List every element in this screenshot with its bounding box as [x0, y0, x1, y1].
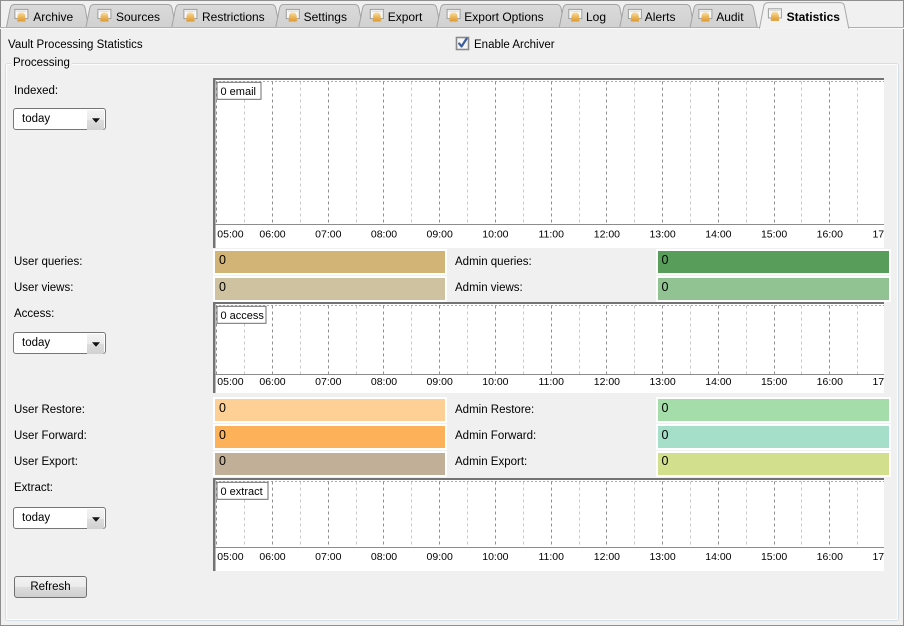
svg-text:09:00: 09:00 [427, 376, 453, 388]
svg-text:15:00: 15:00 [761, 551, 787, 563]
svg-text:07:00: 07:00 [315, 376, 341, 388]
svg-text:10:00: 10:00 [482, 228, 508, 240]
svg-text:Export: Export [388, 10, 423, 24]
svg-text:09:00: 09:00 [427, 228, 453, 240]
svg-text:10:00: 10:00 [482, 551, 508, 563]
svg-text:08:00: 08:00 [371, 551, 397, 563]
svg-text:13:00: 13:00 [649, 551, 675, 563]
svg-text:14:00: 14:00 [705, 551, 731, 563]
svg-text:11:00: 11:00 [538, 376, 564, 388]
svg-text:17:00: 17:00 [872, 228, 884, 240]
svg-text:08:00: 08:00 [371, 376, 397, 388]
svg-text:05:00: 05:00 [217, 551, 243, 563]
svg-text:Audit: Audit [716, 10, 744, 24]
svg-text:13:00: 13:00 [649, 376, 675, 388]
svg-text:16:00: 16:00 [817, 376, 843, 388]
svg-text:10:00: 10:00 [482, 376, 508, 388]
svg-text:Archive: Archive [33, 10, 73, 24]
svg-text:09:00: 09:00 [427, 551, 453, 563]
svg-text:Settings: Settings [304, 10, 347, 24]
svg-text:Alerts: Alerts [645, 10, 676, 24]
svg-text:13:00: 13:00 [649, 228, 675, 240]
svg-text:Sources: Sources [116, 10, 160, 24]
svg-text:05:00: 05:00 [217, 228, 243, 240]
svg-text:12:00: 12:00 [594, 551, 620, 563]
svg-text:17:00: 17:00 [872, 376, 884, 388]
svg-text:11:00: 11:00 [538, 228, 564, 240]
svg-text:Export Options: Export Options [464, 10, 543, 24]
svg-text:06:00: 06:00 [259, 376, 285, 388]
svg-text:15:00: 15:00 [761, 228, 787, 240]
svg-text:06:00: 06:00 [259, 228, 285, 240]
svg-text:15:00: 15:00 [761, 376, 787, 388]
svg-text:11:00: 11:00 [538, 551, 564, 563]
svg-text:14:00: 14:00 [705, 228, 731, 240]
svg-text:0 extract: 0 extract [221, 486, 263, 498]
svg-text:0 access: 0 access [221, 310, 265, 322]
svg-text:14:00: 14:00 [705, 376, 731, 388]
svg-text:07:00: 07:00 [315, 228, 341, 240]
svg-text:0 email: 0 email [221, 86, 256, 98]
svg-text:05:00: 05:00 [217, 376, 243, 388]
svg-text:Restrictions: Restrictions [202, 10, 265, 24]
svg-text:12:00: 12:00 [594, 228, 620, 240]
svg-text:Statistics: Statistics [787, 10, 841, 24]
svg-text:16:00: 16:00 [817, 228, 843, 240]
svg-text:17:00: 17:00 [872, 551, 884, 563]
svg-text:07:00: 07:00 [315, 551, 341, 563]
svg-text:08:00: 08:00 [371, 228, 397, 240]
svg-text:16:00: 16:00 [817, 551, 843, 563]
svg-text:06:00: 06:00 [259, 551, 285, 563]
svg-text:12:00: 12:00 [594, 376, 620, 388]
svg-text:Log: Log [586, 10, 606, 24]
